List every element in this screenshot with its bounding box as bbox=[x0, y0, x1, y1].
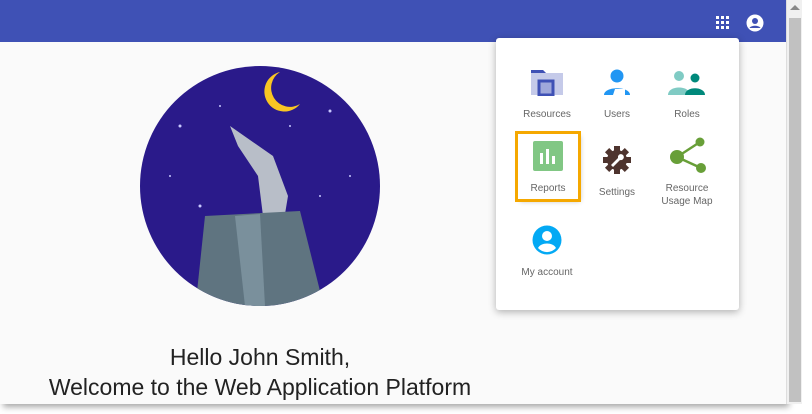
gear-wrench-icon bbox=[603, 146, 631, 174]
bar-chart-icon bbox=[533, 141, 563, 171]
top-app-bar bbox=[0, 0, 786, 42]
menu-item-resources[interactable]: Resources bbox=[512, 64, 582, 121]
greeting-line: Hello John Smith, bbox=[169, 344, 351, 370]
apps-grid-icon[interactable] bbox=[716, 16, 730, 30]
roles-icon bbox=[668, 71, 705, 95]
account-circle-icon bbox=[532, 225, 562, 255]
welcome-line: Welcome to the Web Application Platform bbox=[48, 374, 472, 400]
scroll-up-arrow-icon[interactable] bbox=[790, 5, 800, 10]
menu-item-resource-usage-map[interactable]: Resource Usage Map bbox=[652, 137, 722, 208]
menu-item-roles[interactable]: Roles bbox=[652, 64, 722, 121]
vertical-scrollbar[interactable] bbox=[786, 0, 802, 404]
welcome-message: Hello John Smith, Welcome to the Web App… bbox=[0, 342, 520, 402]
menu-item-settings[interactable]: Settings bbox=[582, 142, 652, 199]
app-window: Hello John Smith, Welcome to the Web App… bbox=[0, 0, 786, 404]
user-icon bbox=[604, 69, 630, 95]
menu-item-users[interactable]: Users bbox=[582, 64, 652, 121]
apps-menu: Resources Users Roles Reports Settings R… bbox=[496, 38, 739, 310]
menu-item-reports[interactable]: Reports bbox=[515, 131, 581, 202]
scrollbar-thumb[interactable] bbox=[789, 18, 801, 402]
menu-item-my-account[interactable]: My account bbox=[512, 222, 582, 279]
hero-wolf-illustration bbox=[140, 66, 380, 306]
share-icon bbox=[670, 137, 706, 173]
folder-icon bbox=[531, 70, 563, 96]
account-circle-icon[interactable] bbox=[746, 14, 764, 32]
wolf-moon-icon bbox=[169, 72, 351, 306]
